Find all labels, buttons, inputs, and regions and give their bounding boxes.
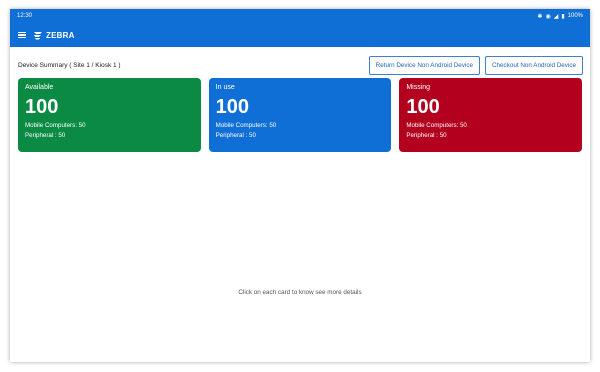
brand-name: ZEBRA xyxy=(46,30,75,40)
bluetooth-icon: ✱ xyxy=(537,13,543,20)
card-count: 100 xyxy=(406,96,440,118)
return-non-android-device-button[interactable]: Return Device Non Android Device xyxy=(368,55,480,75)
card-peripheral-count: Peripheral : 50 xyxy=(25,132,66,139)
card-label: Missing xyxy=(406,84,431,91)
status-bar: 12:30 ✱ ◉ ◢ ▮ 100% xyxy=(10,9,590,23)
tablet-screen: 12:30 ✱ ◉ ◢ ▮ 100% ZEBRA Device Summary … xyxy=(10,9,590,362)
card-count: 100 xyxy=(25,96,59,118)
status-icons: ✱ ◉ ◢ ▮ 100% xyxy=(537,13,583,20)
card-label: Available xyxy=(25,84,54,91)
card-mobile-count: Mobile Computers: 50 xyxy=(215,122,277,129)
app-bar: ZEBRA xyxy=(10,23,590,47)
status-time: 12:30 xyxy=(17,13,33,19)
zebra-logo: ZEBRA xyxy=(33,31,75,40)
missing-card[interactable]: Missing 100 Mobile Computers: 50 Periphe… xyxy=(399,78,583,152)
hamburger-menu-icon[interactable] xyxy=(18,31,26,39)
zebra-head-icon xyxy=(34,31,42,39)
card-count: 100 xyxy=(215,96,250,118)
card-peripheral-count: Peripheral : 50 xyxy=(215,132,256,139)
battery-level: 100% xyxy=(567,13,583,19)
available-card[interactable]: Available 100 Mobile Computers: 50 Perip… xyxy=(18,78,201,152)
battery-icon: ▮ xyxy=(561,13,565,20)
summary-toolbar: Device Summary ( Site 1 / Kiosk 1 ) Retu… xyxy=(10,47,590,75)
in-use-card[interactable]: In use 100 Mobile Computers: 50 Peripher… xyxy=(208,78,392,152)
wifi-icon: ◉ xyxy=(545,13,551,20)
card-details-hint: Click on each card to know see more deta… xyxy=(238,289,362,296)
card-peripheral-count: Peripheral : 50 xyxy=(406,132,447,139)
card-label: In use xyxy=(215,84,235,91)
signal-icon: ◢ xyxy=(553,13,559,20)
card-mobile-count: Mobile Computers: 50 xyxy=(406,122,467,129)
checkout-non-android-device-button[interactable]: Checkout Non Android Device xyxy=(484,55,583,75)
card-mobile-count: Mobile Computers: 50 xyxy=(25,122,86,129)
summary-cards: Available 100 Mobile Computers: 50 Perip… xyxy=(10,75,590,152)
device-summary-title: Device Summary ( Site 1 / Kiosk 1 ) xyxy=(18,61,121,69)
action-buttons: Return Device Non Android Device Checkou… xyxy=(368,55,583,75)
